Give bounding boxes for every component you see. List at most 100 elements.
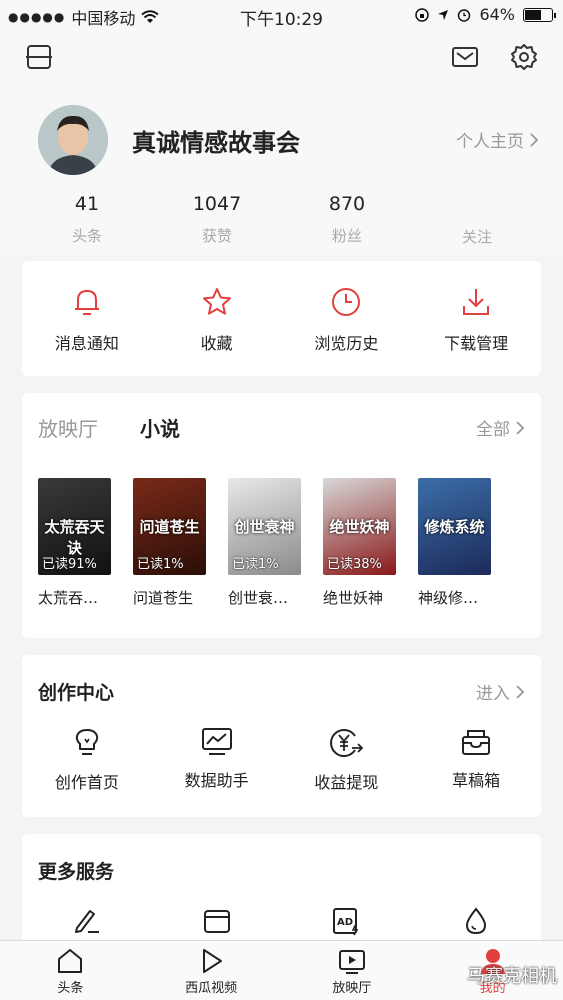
book-title: 绝世妖神	[323, 589, 384, 607]
more-service-ads[interactable]: AD	[282, 906, 412, 936]
book-item[interactable]: 太荒吞天诀 已读91% 太荒吞…	[38, 478, 111, 608]
watermark: 马赛克相机	[467, 966, 557, 987]
creation-center-card: 创作中心 进入 创作首页 数据助手 收益提现 草稿箱	[22, 655, 541, 817]
stat-number	[412, 193, 542, 216]
yuan-withdraw-icon	[330, 729, 364, 757]
play-icon	[203, 949, 223, 973]
stat-posts[interactable]: 41 头条	[22, 193, 152, 247]
scan-button[interactable]	[24, 42, 54, 72]
creation-actions: 创作首页 数据助手 收益提现 草稿箱	[22, 727, 541, 793]
drafts-button[interactable]: 草稿箱	[411, 727, 541, 793]
read-progress: 已读1%	[232, 557, 279, 572]
enter-label: 进入	[476, 684, 510, 704]
more-service-wallet[interactable]	[152, 906, 282, 936]
creation-home-label: 创作首页	[54, 773, 119, 792]
more-services-title: 更多服务	[38, 861, 115, 883]
tab-headlines-label: 头条	[57, 981, 84, 996]
alarm-icon	[458, 8, 471, 22]
drafts-icon	[462, 730, 491, 755]
more-services-actions: AD	[22, 906, 541, 936]
lightbulb-icon	[75, 729, 99, 755]
user-name: 真诚情感故事会	[132, 129, 300, 157]
more-services-card: 更多服务 AD	[22, 834, 541, 944]
book-title: 问道苍生	[133, 589, 194, 607]
inbox-button[interactable]	[450, 42, 480, 72]
star-icon	[202, 288, 231, 315]
chevron-right-icon	[516, 684, 525, 699]
battery-icon	[523, 7, 556, 22]
see-all-link[interactable]: 全部	[476, 415, 525, 440]
notifications-button[interactable]: 消息通知	[22, 261, 152, 376]
withdraw-earnings-label: 收益提现	[314, 773, 379, 792]
stat-label: 粉丝	[331, 227, 362, 245]
personal-homepage-link[interactable]: 个人主页	[456, 127, 539, 152]
creation-home-button[interactable]: 创作首页	[22, 727, 152, 793]
avatar[interactable]	[38, 105, 108, 175]
read-progress: 已读1%	[137, 557, 184, 572]
tab-xigua-label: 西瓜视频	[185, 981, 238, 996]
cover-title: 太荒吞天诀	[44, 518, 105, 557]
pencil-icon	[74, 910, 99, 933]
quick-actions-card: 消息通知 收藏 浏览历史 下载管理	[22, 261, 541, 376]
book-item[interactable]: 创世衰神 已读1% 创世衰…	[228, 478, 301, 608]
tab-novels[interactable]: 小说	[140, 413, 180, 442]
settings-button[interactable]	[509, 42, 539, 72]
stat-label: 头条	[71, 227, 102, 245]
drafts-label: 草稿箱	[452, 771, 501, 790]
history-button[interactable]: 浏览历史	[282, 261, 412, 376]
top-bar	[0, 30, 563, 85]
scan-icon	[26, 45, 52, 69]
profile-header: 真诚情感故事会 个人主页 41 头条 1047 获赞 870 粉丝 关注	[0, 85, 563, 255]
tab-headlines[interactable]: 头条	[0, 941, 141, 1000]
tv-play-icon	[338, 950, 365, 974]
homepage-label: 个人主页	[456, 132, 524, 152]
download-icon	[463, 289, 490, 315]
clock-icon	[332, 288, 361, 316]
stats-row: 41 头条 1047 获赞 870 粉丝 关注	[22, 193, 542, 247]
mail-icon	[452, 47, 478, 67]
rotation-lock-icon	[415, 7, 430, 22]
book-item[interactable]: 问道苍生 已读1% 问道苍生	[133, 478, 206, 608]
favorites-button[interactable]: 收藏	[152, 261, 282, 376]
chevron-right-icon	[530, 132, 539, 147]
stat-followers[interactable]: 870 粉丝	[282, 193, 412, 247]
stat-number: 1047	[192, 193, 242, 215]
book-item[interactable]: 修炼系统 神级修…	[418, 478, 491, 608]
status-bar: ●●●●● 中国移动 下午10:29 64%	[0, 0, 563, 30]
tab-cinema-hall[interactable]: 放映厅	[282, 941, 423, 1000]
enter-link[interactable]: 进入	[476, 679, 525, 704]
stat-following[interactable]: 关注	[412, 193, 542, 247]
book-cover: 创世衰神 已读1%	[228, 478, 301, 575]
wallet-icon	[203, 910, 230, 933]
cover-title: 修炼系统	[424, 518, 485, 536]
cover-title: 绝世妖神	[329, 518, 390, 536]
content-tabs: 放映厅 小说	[38, 413, 180, 442]
svg-text:AD: AD	[337, 917, 353, 928]
history-label: 浏览历史	[314, 334, 379, 353]
tab-cinema[interactable]: 放映厅	[38, 413, 98, 442]
downloads-button[interactable]: 下载管理	[411, 261, 541, 376]
stat-label: 获赞	[201, 227, 232, 245]
read-progress: 已读38%	[327, 557, 382, 572]
book-title: 太荒吞…	[38, 589, 99, 607]
favorites-label: 收藏	[200, 334, 233, 353]
drop-icon	[466, 907, 487, 935]
book-title: 神级修…	[418, 589, 479, 607]
withdraw-earnings-button[interactable]: 收益提现	[282, 727, 412, 793]
book-item[interactable]: 绝世妖神 已读38% 绝世妖神	[323, 478, 396, 608]
tab-xigua-video[interactable]: 西瓜视频	[141, 941, 282, 1000]
more-service-drop[interactable]	[411, 906, 541, 936]
gear-icon	[511, 44, 537, 70]
book-cover: 绝世妖神 已读38%	[323, 478, 396, 575]
data-assistant-button[interactable]: 数据助手	[152, 727, 282, 793]
cover-title: 问道苍生	[139, 518, 200, 536]
home-icon	[58, 949, 83, 973]
see-all-label: 全部	[476, 420, 510, 440]
book-cover: 太荒吞天诀 已读91%	[38, 478, 111, 575]
read-progress: 已读91%	[42, 557, 97, 572]
content-card: 放映厅 小说 全部 太荒吞天诀 已读91% 太荒吞… 问道苍生 已读1% 问道苍…	[22, 393, 541, 638]
downloads-label: 下载管理	[444, 334, 509, 353]
book-title: 创世衰…	[228, 589, 289, 607]
stat-likes[interactable]: 1047 获赞	[152, 193, 282, 247]
more-service-edit[interactable]	[22, 906, 152, 936]
